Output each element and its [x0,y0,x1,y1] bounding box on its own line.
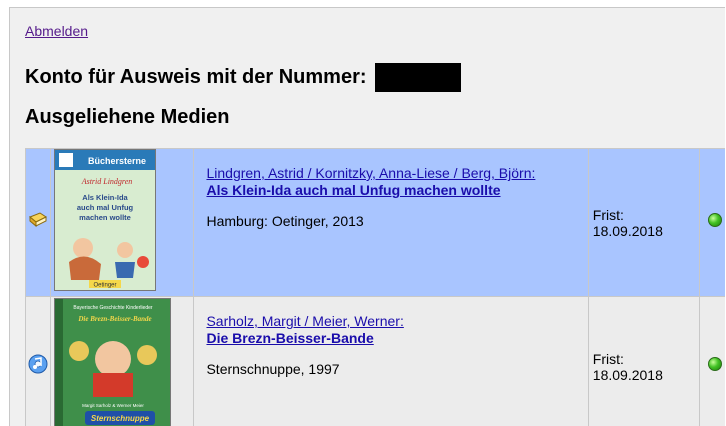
authors-link[interactable]: Sarholz, Margit / Meier, Werner: [206,313,575,329]
media-info-cell: Lindgren, Astrid / Kornitzky, Anna-Liese… [193,148,589,297]
media-info-cell: Sarholz, Margit / Meier, Werner: Die Bre… [193,296,589,426]
due-date: 18.09.2018 [592,366,663,383]
svg-text:machen wollte: machen wollte [79,213,131,222]
due-label: Frist: [592,206,624,223]
media-type-cell [25,148,51,297]
cover-series-text: Büchersterne [88,156,146,166]
cover-cell: Büchersterne Astrid Lindgren Als Klein-I… [49,148,195,297]
cover-author-text: Margit Sarholz & Werner Meier [82,403,144,408]
publication-info: Sternschnuppe, 1997 [206,361,340,377]
table-row: Bayerische Geschichte Kinderlieder Die B… [25,296,725,426]
green-status-dot-icon [707,357,722,371]
svg-text:Als Klein-Ida: Als Klein-Ida [82,193,128,202]
account-heading-text: Konto für Ausweis mit der Nummer: [25,66,367,88]
borrowed-media-heading: Ausgeliehene Medien [25,106,230,128]
media-type-cell [25,296,51,426]
publication-info: Hamburg: Oetinger, 2013 [206,213,364,229]
title-link[interactable]: Die Brezn-Beisser-Bande [206,329,575,347]
due-label: Frist: [592,350,624,367]
due-date-cell: Frist: 18.09.2018 [587,296,701,426]
cover-title-text: Die Brezn-Beisser-Bande [77,315,151,323]
green-status-dot-icon [707,213,722,227]
loans-table: Büchersterne Astrid Lindgren Als Klein-I… [25,148,725,426]
cover-cell: Bayerische Geschichte Kinderlieder Die B… [49,296,195,426]
cover-image[interactable]: Büchersterne Astrid Lindgren Als Klein-I… [53,149,156,291]
status-cell [699,296,725,426]
account-frame: Abmelden Konto für Ausweis mit der Numme… [9,7,725,426]
title-link[interactable]: Als Klein-Ida auch mal Unfug machen woll… [206,181,575,199]
due-date-cell: Frist: 18.09.2018 [587,148,701,297]
cover-author-text: Astrid Lindgren [80,177,132,186]
svg-text:auch mal Unfug: auch mal Unfug [77,203,134,212]
cover-publisher-text: Sternschnuppe [91,414,150,423]
redacted-card-number [374,63,461,92]
table-row: Büchersterne Astrid Lindgren Als Klein-I… [25,148,725,297]
status-cell [699,148,725,297]
account-heading: Konto für Ausweis mit der Nummer: [25,63,461,92]
cover-publisher-text: Oetinger [93,283,116,289]
svg-text:Bayerische Geschichte Kinderli: Bayerische Geschichte Kinderlieder [73,305,153,311]
audio-cd-icon [28,354,48,374]
logout-link[interactable]: Abmelden [25,23,88,39]
due-date: 18.09.2018 [592,222,663,239]
authors-link[interactable]: Lindgren, Astrid / Kornitzky, Anna-Liese… [206,165,575,181]
media-info: Lindgren, Astrid / Kornitzky, Anna-Liese… [206,149,575,229]
media-info: Sarholz, Margit / Meier, Werner: Die Bre… [206,297,575,377]
book-icon [28,212,47,228]
cover-image[interactable]: Bayerische Geschichte Kinderlieder Die B… [53,298,171,426]
